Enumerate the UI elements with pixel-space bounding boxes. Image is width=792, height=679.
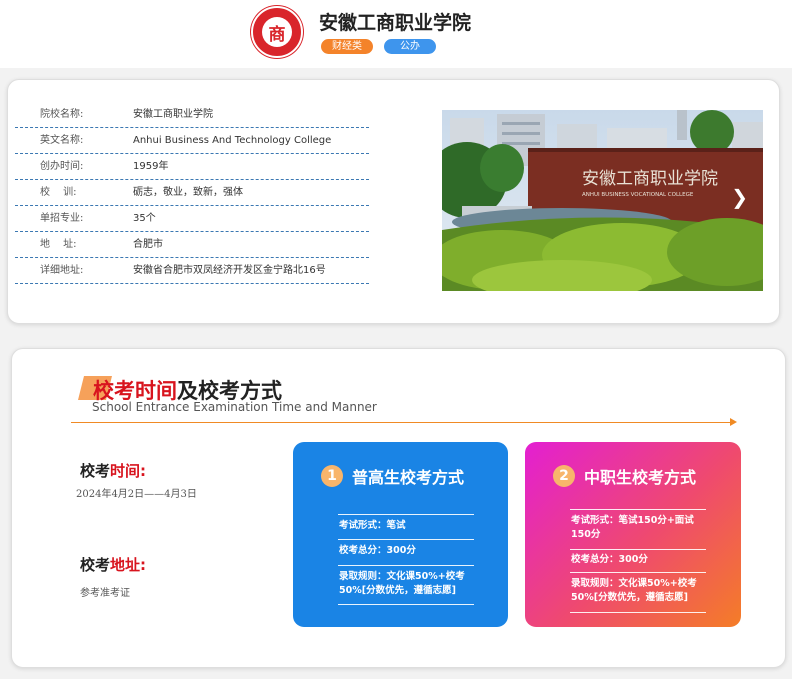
exam-time-label: 校考时间: xyxy=(80,460,146,481)
box-divider xyxy=(338,604,474,605)
school-logo: 商 xyxy=(251,6,303,58)
step-number-badge: 1 xyxy=(321,465,343,487)
box-divider xyxy=(570,572,706,573)
box-divider xyxy=(570,612,706,613)
step-number-badge: 2 xyxy=(553,465,575,487)
info-key: 详细地址: xyxy=(40,265,84,276)
exam-time-label-black: 校考 xyxy=(80,462,111,480)
info-row-address: 详细地址: 安徽省合肥市双凤经济开发区金宁路北16号 xyxy=(15,258,369,284)
box-item: 录取规则：文化课50%+校考50%[分数优先，遵循志愿] xyxy=(571,578,697,603)
box-item: 考试形式：笔试150分+面试150分 xyxy=(571,515,694,540)
sign-characters: 安徽工商职业学院 xyxy=(582,169,718,189)
exam-address-label-red: 地址: xyxy=(110,556,147,574)
info-value: 安徽工商职业学院 xyxy=(133,109,213,120)
info-row-english-name: 英文名称: Anhui Business And Technology Coll… xyxy=(15,128,369,154)
exam-address-label-black: 校考 xyxy=(80,556,111,574)
box-divider xyxy=(338,539,474,540)
box-divider xyxy=(338,514,474,515)
info-value: 砺志，敬业，致新，强体 xyxy=(133,187,243,198)
info-key: 英文名称: xyxy=(40,135,84,146)
sign-english: ANHUI BUSINESS VOCATIONAL COLLEGE xyxy=(582,192,694,198)
info-value: 1959年 xyxy=(133,161,169,172)
section-subtitle: School Entrance Examination Time and Man… xyxy=(92,400,377,414)
info-row-majors: 单招专业: 35个 xyxy=(15,206,369,232)
exam-date: 2024年4月2日——4月3日 xyxy=(76,489,197,500)
logo-glyph: 商 xyxy=(268,25,286,45)
info-row-founded: 创办时间: 1959年 xyxy=(15,154,369,180)
ownership-tag: 公办 xyxy=(384,39,436,54)
exam-address: 参考准考证 xyxy=(80,588,130,599)
info-row-motto: 校 训: 砺志，敬业，致新，强体 xyxy=(15,180,369,206)
info-key: 校 训: xyxy=(40,187,77,198)
page-header: 商 安徽工商职业学院 财经类 公办 xyxy=(0,0,792,68)
info-value: Anhui Business And Technology College xyxy=(133,135,332,146)
exam-method-box-vocational: 2 中职生校考方式 考试形式：笔试150分+面试150分 校考总分：300分 录… xyxy=(525,442,741,627)
box-item: 校考总分：300分 xyxy=(339,545,416,556)
info-key: 院校名称: xyxy=(40,109,84,120)
exam-method-box-highschool: 1 普高生校考方式 考试形式：笔试 校考总分：300分 录取规则：文化课50%+… xyxy=(293,442,508,627)
info-key: 创办时间: xyxy=(40,161,84,172)
school-info-card: 院校名称: 安徽工商职业学院 英文名称: Anhui Business And … xyxy=(7,79,780,324)
chevron-right-icon[interactable]: ❯ xyxy=(731,187,748,207)
divider-arrow-icon xyxy=(730,418,737,426)
exam-address-label: 校考地址: xyxy=(80,554,146,575)
box-title: 普高生校考方式 xyxy=(352,468,465,487)
info-key: 地 址: xyxy=(40,239,77,250)
campus-photo: 安徽工商职业学院 ANHUI BUSINESS VOCATIONAL COLLE… xyxy=(442,110,763,291)
exam-card: 校考时间及校考方式 School Entrance Examination Ti… xyxy=(11,348,786,668)
school-title: 安徽工商职业学院 xyxy=(319,12,472,34)
category-tag: 财经类 xyxy=(321,39,373,54)
box-item: 考试形式：笔试 xyxy=(339,520,406,531)
info-value: 合肥市 xyxy=(133,239,163,250)
box-item: 校考总分：300分 xyxy=(571,554,648,565)
campus-photo-carousel[interactable]: 安徽工商职业学院 ANHUI BUSINESS VOCATIONAL COLLE… xyxy=(442,110,763,291)
info-value: 35个 xyxy=(133,213,156,224)
box-divider xyxy=(338,565,474,566)
box-title: 中职生校考方式 xyxy=(584,468,697,487)
box-divider xyxy=(570,509,706,510)
exam-time-label-red: 时间: xyxy=(110,462,147,480)
box-divider xyxy=(570,549,706,550)
box-item: 录取规则：文化课50%+校考50%[分数优先，遵循志愿] xyxy=(339,571,465,596)
info-row-city: 地 址: 合肥市 xyxy=(15,232,369,258)
section-divider xyxy=(71,422,735,423)
info-value: 安徽省合肥市双凤经济开发区金宁路北16号 xyxy=(133,265,326,276)
info-key: 单招专业: xyxy=(40,213,84,224)
info-row-name: 院校名称: 安徽工商职业学院 xyxy=(15,102,369,128)
